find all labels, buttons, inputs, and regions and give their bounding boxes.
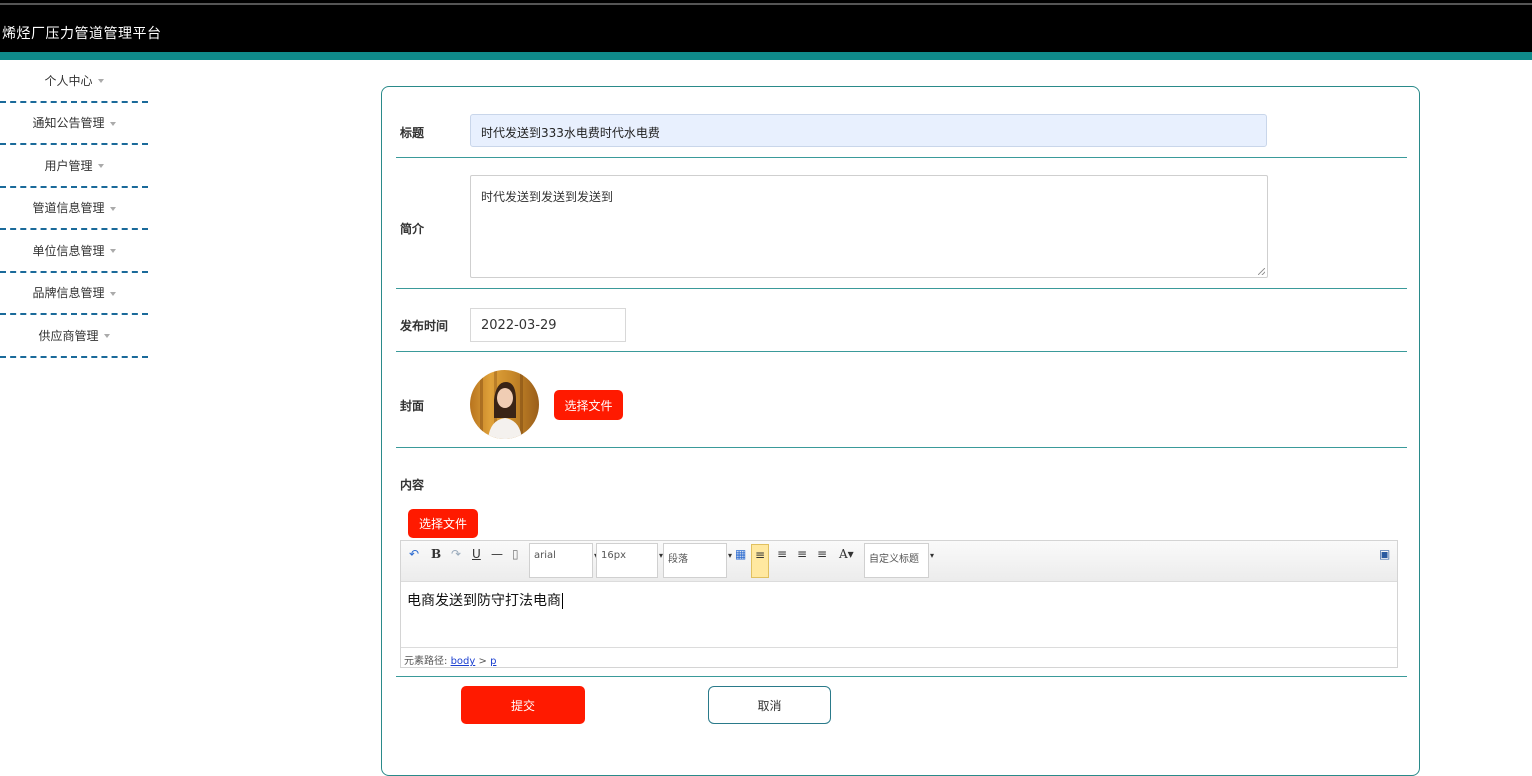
submit-button[interactable]: 提交: [461, 686, 585, 724]
custom-heading-select[interactable]: 自定义标题 ▾: [864, 543, 934, 578]
row-divider: [396, 351, 1407, 352]
intro-text: 时代发送到发送到发送到: [481, 190, 614, 204]
fullscreen-icon[interactable]: ▣: [1379, 547, 1390, 561]
path-separator: >: [478, 656, 487, 667]
caret-down-icon: [109, 206, 116, 211]
font-family-value: arial: [534, 550, 556, 561]
caret-down-icon: [97, 164, 104, 169]
sidebar-item-user-management[interactable]: 用户管理: [0, 145, 148, 188]
content-label: 内容: [400, 478, 425, 492]
redo-icon[interactable]: ↷: [451, 547, 461, 561]
title-input[interactable]: 时代发送到333水电费时代水电费: [470, 114, 1267, 147]
caret-down-icon: [109, 291, 116, 296]
align-right-icon[interactable]: ≡: [777, 547, 787, 561]
cover-photo-icon: [470, 370, 539, 439]
cover-label: 封面: [400, 399, 425, 413]
align-center-icon[interactable]: ≡: [797, 547, 807, 561]
sidebar-item-label: 个人中心: [44, 73, 93, 88]
font-size-value: 16px: [601, 550, 626, 561]
path-label: 元素路径:: [404, 656, 448, 667]
font-family-select[interactable]: arial ▾: [529, 543, 598, 578]
publish-date-label: 发布时间: [400, 319, 449, 333]
intro-textarea[interactable]: 时代发送到发送到发送到: [470, 175, 1268, 278]
sidebar-item-label: 管道信息管理: [32, 201, 105, 216]
undo-icon[interactable]: ↶: [409, 547, 419, 561]
sidebar-item-unit-management[interactable]: 单位信息管理: [0, 230, 148, 273]
header-accent-bar: [0, 52, 1532, 60]
dropdown-arrow-icon: ▾: [727, 551, 732, 560]
sidebar-item-pipeline-management[interactable]: 管道信息管理: [0, 188, 148, 230]
underline-icon[interactable]: U: [472, 547, 481, 561]
title-label: 标题: [400, 126, 425, 140]
font-color-icon[interactable]: A▾: [839, 547, 854, 561]
paragraph-value: 段落: [668, 554, 688, 565]
content-choose-file-button[interactable]: 选择文件: [408, 509, 478, 538]
cancel-button[interactable]: 取消: [708, 686, 831, 724]
bold-icon[interactable]: B: [431, 547, 441, 561]
editor-content-area[interactable]: 电商发送到防守打法电商: [401, 582, 1397, 646]
caret-down-icon: [97, 79, 104, 84]
caret-down-icon: [109, 249, 116, 254]
align-justify-icon[interactable]: ≡: [817, 547, 827, 561]
text-cursor: [562, 593, 563, 609]
row-divider: [396, 447, 1407, 448]
edit-form-panel: 标题 时代发送到333水电费时代水电费 简介 时代发送到发送到发送到 发布时间 …: [381, 86, 1420, 776]
paragraph-select[interactable]: 段落 ▾: [663, 543, 732, 578]
path-body-link[interactable]: body: [451, 656, 476, 667]
document-icon[interactable]: ▯: [512, 547, 519, 561]
align-left-icon[interactable]: ≡: [751, 544, 769, 578]
sidebar-item-personal-center[interactable]: 个人中心: [0, 60, 148, 103]
sidebar-item-label: 供应商管理: [38, 328, 99, 343]
sidebar-item-label: 单位信息管理: [32, 243, 105, 258]
caret-down-icon: [109, 121, 116, 126]
sidebar-item-label: 通知公告管理: [32, 116, 105, 131]
custom-heading-value: 自定义标题: [869, 554, 919, 565]
header-top-line: [0, 3, 1532, 5]
app-title: 烯烃厂压力管道管理平台: [2, 26, 162, 42]
row-divider: [396, 676, 1407, 677]
font-size-select[interactable]: 16px ▾: [596, 543, 663, 578]
dropdown-arrow-icon: ▾: [929, 551, 934, 560]
intro-label: 简介: [400, 222, 425, 236]
table-icon[interactable]: ▦: [735, 547, 746, 561]
editor-path-bar: 元素路径: body > p: [401, 647, 1397, 667]
sidebar: 个人中心 通知公告管理 用户管理 管道信息管理 单位信息管理 品牌信息管理 供应…: [0, 60, 148, 358]
rich-text-editor: ↶ B ↷ U — ▯ arial ▾ 16px ▾ 段落 ▾ ▦ ≡ ≡ ≡ …: [400, 540, 1398, 668]
horizontal-rule-icon[interactable]: —: [491, 547, 503, 561]
sidebar-item-notice-management[interactable]: 通知公告管理: [0, 103, 148, 145]
editor-content-text: 电商发送到防守打法电商: [407, 593, 561, 609]
publish-date-input[interactable]: 2022-03-29: [470, 308, 626, 342]
row-divider: [396, 288, 1407, 289]
sidebar-item-supplier-management[interactable]: 供应商管理: [0, 315, 148, 358]
caret-down-icon: [103, 334, 110, 339]
editor-toolbar: ↶ B ↷ U — ▯ arial ▾ 16px ▾ 段落 ▾ ▦ ≡ ≡ ≡ …: [401, 541, 1397, 582]
cover-choose-file-button[interactable]: 选择文件: [554, 390, 623, 420]
resize-handle-icon[interactable]: [1258, 268, 1265, 275]
row-divider: [396, 157, 1407, 158]
sidebar-item-label: 品牌信息管理: [32, 286, 105, 301]
sidebar-item-label: 用户管理: [44, 158, 93, 173]
top-header: 烯烃厂压力管道管理平台: [0, 0, 1532, 52]
cover-image: [470, 370, 539, 439]
sidebar-item-brand-management[interactable]: 品牌信息管理: [0, 273, 148, 315]
path-p-link[interactable]: p: [490, 656, 496, 667]
